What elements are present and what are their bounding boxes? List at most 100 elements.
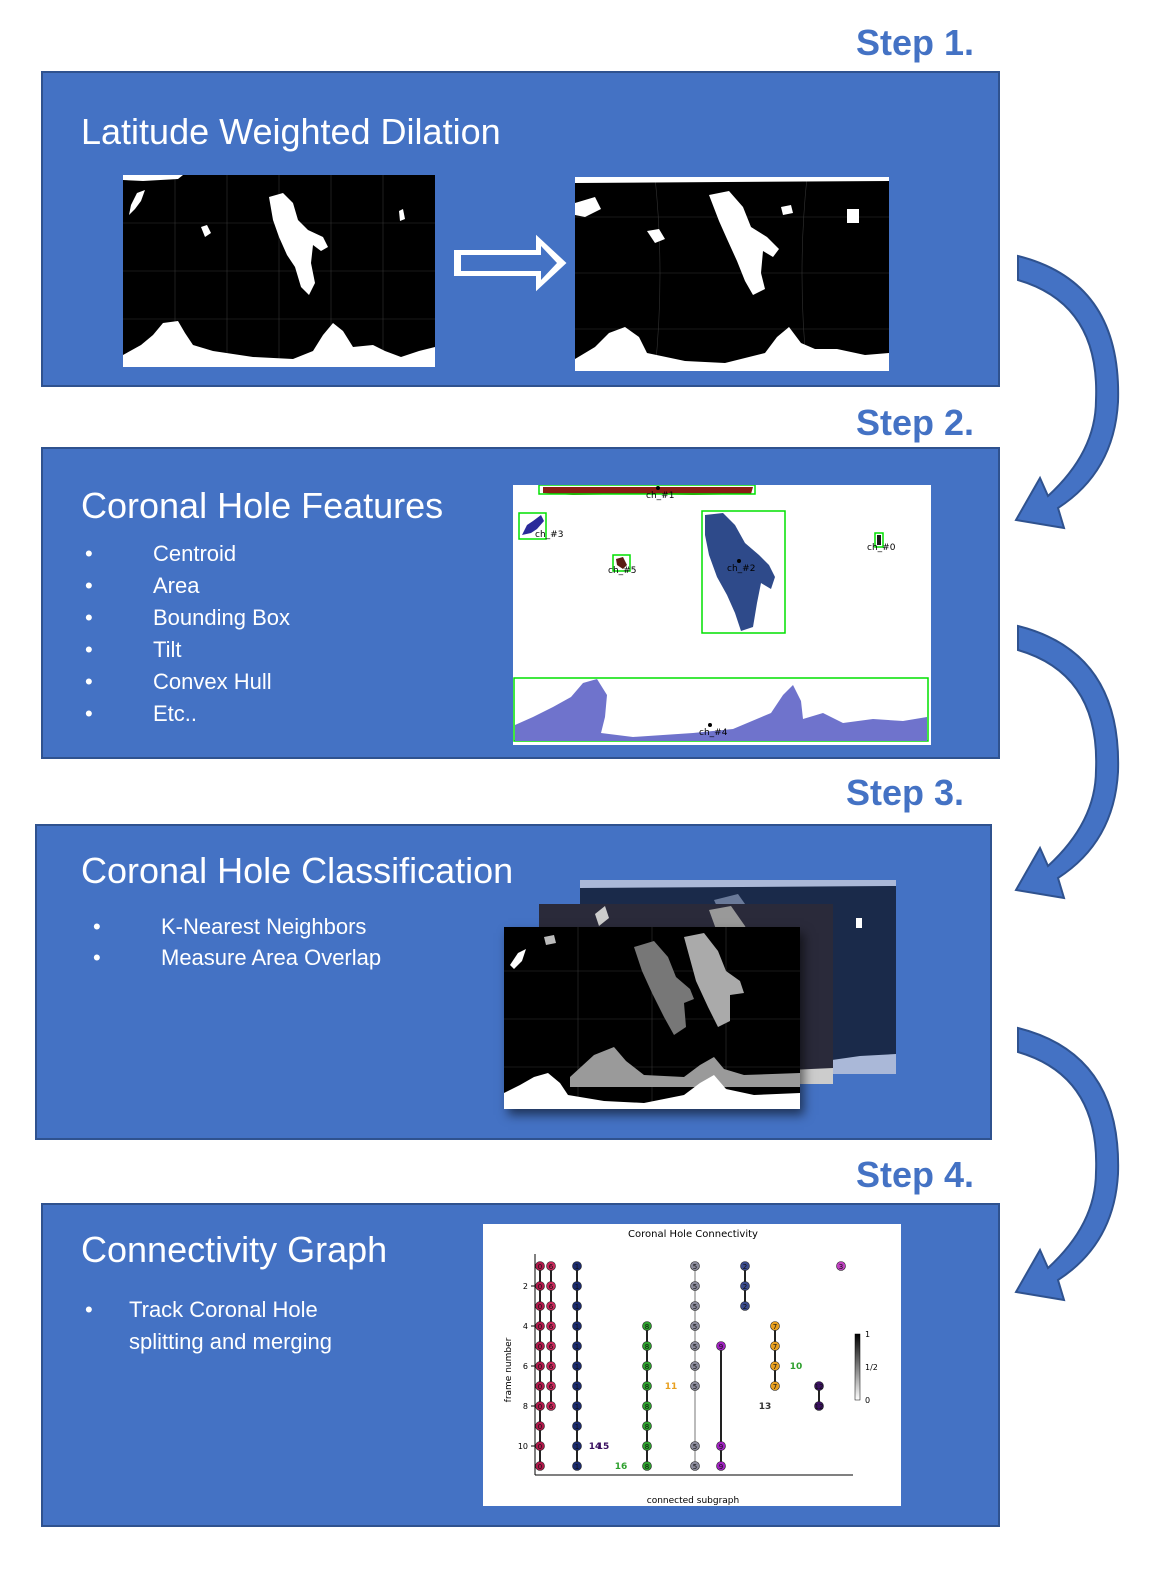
graph-node-label: 5 bbox=[693, 1463, 697, 1471]
panel-coronal-hole-features: Coronal Hole Features • Centroid • Area • B… bbox=[41, 447, 1000, 759]
graph-node-label: 1 bbox=[575, 1423, 579, 1431]
graph-node-label: 5 bbox=[693, 1343, 697, 1351]
graph-node-label: 0 bbox=[538, 1383, 542, 1391]
graph-node-label: 7 bbox=[773, 1323, 777, 1331]
graph-node-label: 7 bbox=[773, 1343, 777, 1351]
graph-node-label: 8 bbox=[645, 1323, 649, 1331]
graph-node-label: 7 bbox=[773, 1383, 777, 1391]
label-ch-2: ch_#2 bbox=[727, 564, 755, 574]
coronal-hole-features-image: ch_#1 ch_#3 ch_#5 ch_#2 ch_#0 ch_#4 bbox=[513, 485, 931, 745]
graph-node-label: 1 bbox=[575, 1343, 579, 1351]
graph-annotation: 16 bbox=[615, 1462, 628, 1472]
graph-node-label: 1 bbox=[575, 1403, 579, 1411]
connectivity-bullet-line-1: Track Coronal Hole bbox=[129, 1297, 318, 1322]
graph-node-label: 0 bbox=[538, 1423, 542, 1431]
graph-node-label: 0 bbox=[538, 1463, 542, 1471]
y-tick-label: 2 bbox=[523, 1282, 528, 1291]
label-ch-0: ch_#0 bbox=[867, 543, 896, 553]
graph-node-label: 0 bbox=[538, 1323, 542, 1331]
graph-node-label: 5 bbox=[693, 1263, 697, 1271]
panel-latitude-weighted-dilation: Latitude Weighted Dilation bbox=[41, 71, 1000, 387]
step-3-label: Step 3. bbox=[846, 772, 965, 813]
graph-node-label: 12 bbox=[815, 1383, 824, 1391]
dilated-map-image bbox=[575, 177, 889, 371]
graph-node-label: 0 bbox=[538, 1403, 542, 1411]
x-axis-label: connected subgraph bbox=[647, 1496, 739, 1506]
graph-node-label: 8 bbox=[645, 1343, 649, 1351]
graph-node-label: 2 bbox=[743, 1303, 747, 1311]
graph-node-label: 0 bbox=[538, 1263, 542, 1271]
graph-node-label: 6 bbox=[549, 1363, 554, 1371]
graph-node-label: 5 bbox=[693, 1363, 697, 1371]
colorbar-tick-top: 1 bbox=[865, 1330, 870, 1339]
graph-node-label: 5 bbox=[693, 1443, 697, 1451]
list-item: • Bounding Box bbox=[85, 605, 290, 630]
graph-node-label: 2 bbox=[743, 1263, 747, 1271]
graph-node-label: 6 bbox=[549, 1403, 554, 1411]
curved-arrow-3-icon bbox=[1014, 1026, 1120, 1302]
list-item: • Measure Area Overlap bbox=[93, 945, 382, 970]
list-item: • Tilt bbox=[85, 637, 182, 662]
connectivity-bullet-line-2: splitting and merging bbox=[129, 1329, 333, 1354]
colorbar bbox=[854, 1333, 861, 1401]
graph-node-label: 0 bbox=[538, 1283, 542, 1291]
graph-node-label: 8 bbox=[645, 1383, 649, 1391]
y-tick-label: 8 bbox=[523, 1402, 528, 1411]
graph-node-label: 8 bbox=[645, 1443, 649, 1451]
colorbar-tick-bottom: 0 bbox=[865, 1396, 870, 1405]
graph-node-label: 1 bbox=[575, 1283, 579, 1291]
graph-node-label: 8 bbox=[645, 1403, 649, 1411]
graph-node-label: 6 bbox=[549, 1323, 554, 1331]
graph-node-label: 5 bbox=[693, 1303, 697, 1311]
graph-node-label: 5 bbox=[693, 1323, 697, 1331]
list-item: • Centroid bbox=[85, 541, 237, 566]
panel-coronal-hole-classification: Coronal Hole Classification • K-Nearest N… bbox=[35, 824, 992, 1140]
graph-node-label: 3 bbox=[839, 1263, 843, 1271]
graph-node-label: 8 bbox=[645, 1463, 649, 1471]
panel-3-title: Coronal Hole Classification bbox=[81, 850, 514, 891]
graph-node-label: 8 bbox=[645, 1363, 649, 1371]
graph-annotation: 15 bbox=[597, 1442, 610, 1452]
graph-node-label: 2 bbox=[743, 1283, 747, 1291]
colorbar-tick-mid: 1/2 bbox=[865, 1363, 878, 1372]
label-ch-3: ch_#3 bbox=[535, 530, 563, 540]
panel-4-title: Connectivity Graph bbox=[81, 1229, 388, 1270]
graph-node-label: 12 bbox=[815, 1403, 824, 1411]
graph-node-label: 8 bbox=[645, 1423, 649, 1431]
label-ch-5: ch_#5 bbox=[608, 566, 636, 576]
curved-arrow-2-icon bbox=[1014, 624, 1120, 900]
list-item: • K-Nearest Neighbors bbox=[93, 914, 367, 939]
graph-node-label: 1 bbox=[575, 1383, 579, 1391]
graph-node-label: 6 bbox=[549, 1303, 554, 1311]
graph-node-label: 6 bbox=[549, 1383, 554, 1391]
list-item: • Convex Hull bbox=[85, 669, 272, 694]
y-tick-label: 6 bbox=[523, 1362, 528, 1371]
graph-node-label: 7 bbox=[773, 1363, 777, 1371]
y-axis-label: frame number bbox=[504, 1337, 514, 1402]
graph-node-label: 1 bbox=[575, 1463, 579, 1471]
step-1-label: Step 1. bbox=[856, 22, 975, 63]
graph-node-label: 0 bbox=[538, 1363, 542, 1371]
graph-node-label: 5 bbox=[693, 1383, 697, 1391]
connectivity-chart: Coronal Hole Connectivity connected subg… bbox=[483, 1224, 901, 1506]
y-tick-label: 10 bbox=[518, 1442, 528, 1451]
graph-node-label: 0 bbox=[538, 1443, 542, 1451]
label-ch-4: ch_#4 bbox=[699, 728, 728, 738]
graph-node-label: 9 bbox=[719, 1463, 723, 1471]
graph-node-label: 1 bbox=[575, 1303, 579, 1311]
graph-node-label: 9 bbox=[719, 1443, 723, 1451]
graph-node-label: 1 bbox=[575, 1323, 579, 1331]
label-ch-1: ch_#1 bbox=[646, 491, 674, 501]
panel-2-title: Coronal Hole Features bbox=[81, 485, 444, 526]
step-4-label: Step 4. bbox=[856, 1154, 975, 1195]
graph-node-label: 1 bbox=[575, 1443, 579, 1451]
original-map-image bbox=[123, 175, 435, 367]
list-item: • Etc.. bbox=[85, 701, 198, 726]
right-arrow-icon bbox=[454, 234, 567, 292]
graph-annotation: 13 bbox=[759, 1402, 772, 1412]
classification-layer-front bbox=[504, 927, 800, 1109]
graph-annotation: 11 bbox=[665, 1382, 678, 1392]
y-tick-label: 4 bbox=[523, 1322, 528, 1331]
graph-node-label: 9 bbox=[719, 1343, 723, 1351]
features-list: • Centroid • Area • Bounding Box • Tilt • Con… bbox=[85, 541, 485, 741]
